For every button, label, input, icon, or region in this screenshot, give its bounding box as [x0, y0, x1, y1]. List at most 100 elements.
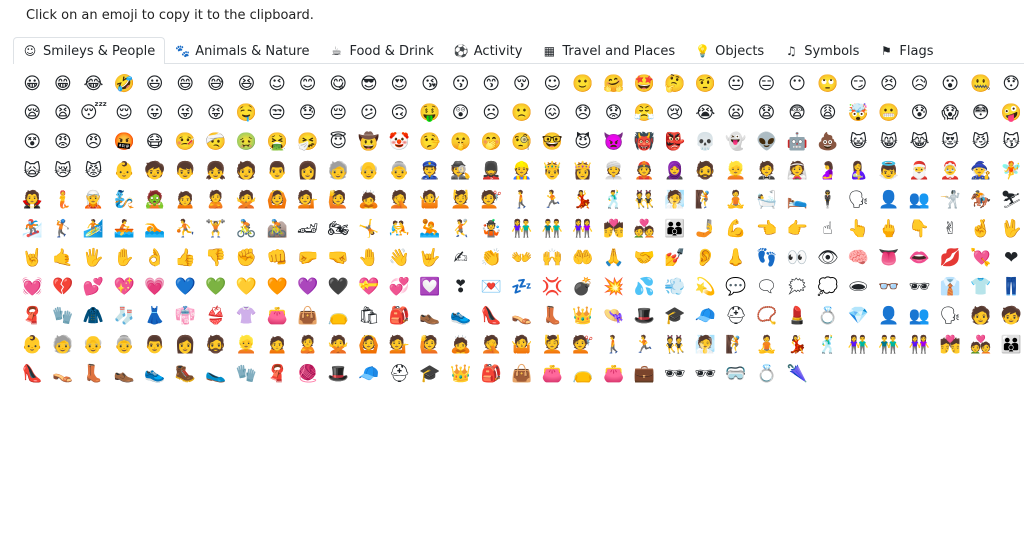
emoji-button[interactable]: 👩 — [170, 331, 201, 360]
emoji-button[interactable]: 🤚 — [354, 244, 385, 273]
emoji-button[interactable]: 💇 — [476, 186, 507, 215]
emoji-button[interactable]: ⛑ — [384, 360, 415, 389]
emoji-button[interactable]: 🙀 — [17, 157, 48, 186]
emoji-button[interactable]: 💦 — [629, 273, 660, 302]
emoji-button[interactable]: 🙎 — [292, 331, 323, 360]
emoji-button[interactable]: 🤤 — [231, 99, 262, 128]
emoji-button[interactable]: 🧡 — [262, 273, 293, 302]
emoji-button[interactable]: ⛹ — [170, 215, 201, 244]
emoji-button[interactable]: 💆 — [537, 331, 568, 360]
emoji-button[interactable]: 🧘 — [751, 331, 782, 360]
emoji-button[interactable]: 👚 — [231, 302, 262, 331]
emoji-button[interactable]: 😊 — [292, 70, 323, 99]
emoji-button[interactable]: 😞 — [568, 99, 599, 128]
emoji-button[interactable]: 👇 — [904, 215, 935, 244]
emoji-button[interactable]: 👤 — [874, 186, 905, 215]
emoji-button[interactable]: 💑 — [629, 215, 660, 244]
emoji-button[interactable]: 👸 — [568, 157, 599, 186]
tab-symbols[interactable]: ♫ Symbols — [774, 38, 869, 63]
emoji-button[interactable]: 🤓 — [537, 128, 568, 157]
emoji-button[interactable]: 🧔 — [201, 331, 232, 360]
emoji-button[interactable]: 💖 — [109, 273, 140, 302]
emoji-button[interactable]: 🖖 — [996, 215, 1024, 244]
emoji-button[interactable]: 👡 — [48, 360, 79, 389]
emoji-button[interactable]: 🤝 — [629, 244, 660, 273]
emoji-button[interactable]: 👢 — [537, 302, 568, 331]
emoji-button[interactable]: 👱 — [721, 157, 752, 186]
emoji-button[interactable]: 👅 — [874, 244, 905, 273]
emoji-button[interactable]: 💤 — [507, 273, 538, 302]
emoji-button[interactable]: 👗 — [139, 302, 170, 331]
emoji-button[interactable]: 👦 — [170, 157, 201, 186]
emoji-button[interactable]: ☹ — [476, 99, 507, 128]
emoji-button[interactable]: 🗨 — [751, 273, 782, 302]
emoji-button[interactable]: 🏃 — [537, 186, 568, 215]
emoji-button[interactable]: 🗯 — [782, 273, 813, 302]
emoji-button[interactable]: 💞 — [384, 273, 415, 302]
emoji-button[interactable]: 🤾 — [445, 215, 476, 244]
tab-smileys-people[interactable]: ☺ Smileys & People — [13, 37, 166, 64]
emoji-button[interactable]: 🛌 — [782, 186, 813, 215]
emoji-button[interactable]: 🖐 — [78, 244, 109, 273]
emoji-button[interactable]: 🏍 — [323, 215, 354, 244]
emoji-button[interactable]: 👞 — [415, 302, 446, 331]
emoji-button[interactable]: 🤭 — [476, 128, 507, 157]
emoji-button[interactable]: 😥 — [904, 70, 935, 99]
emoji-button[interactable]: 😴 — [78, 99, 109, 128]
emoji-button[interactable]: 💜 — [292, 273, 323, 302]
emoji-button[interactable]: ✊ — [231, 244, 262, 273]
emoji-button[interactable]: 🕺 — [598, 186, 629, 215]
emoji-button[interactable]: 💆 — [445, 186, 476, 215]
emoji-button[interactable]: 💣 — [568, 273, 599, 302]
emoji-button[interactable]: 🧛 — [17, 186, 48, 215]
emoji-button[interactable]: 👎 — [201, 244, 232, 273]
emoji-button[interactable]: 🤘 — [17, 244, 48, 273]
emoji-button[interactable]: 👊 — [262, 244, 293, 273]
emoji-button[interactable]: 🙎 — [201, 186, 232, 215]
emoji-button[interactable]: 🤒 — [170, 128, 201, 157]
emoji-button[interactable]: 🕳 — [843, 273, 874, 302]
emoji-button[interactable]: ✍ — [445, 244, 476, 273]
emoji-button[interactable]: 🧠 — [843, 244, 874, 273]
emoji-button[interactable]: 🏌 — [48, 215, 79, 244]
emoji-button[interactable]: 👧 — [201, 157, 232, 186]
emoji-button[interactable]: 😆 — [231, 70, 262, 99]
emoji-button[interactable]: 🤦 — [384, 186, 415, 215]
emoji-button[interactable]: 👢 — [78, 360, 109, 389]
emoji-button[interactable]: 😩 — [812, 99, 843, 128]
emoji-button[interactable]: 😓 — [292, 99, 323, 128]
emoji-button[interactable]: 😕 — [354, 99, 385, 128]
emoji-button[interactable]: 🗣 — [935, 302, 966, 331]
emoji-button[interactable]: 💨 — [659, 273, 690, 302]
emoji-button[interactable]: 💃 — [568, 186, 599, 215]
emoji-button[interactable]: 💪 — [721, 215, 752, 244]
emoji-button[interactable]: 💘 — [965, 244, 996, 273]
emoji-button[interactable]: 👐 — [507, 244, 538, 273]
emoji-button[interactable]: 🤐 — [965, 70, 996, 99]
emoji-button[interactable]: 👨 — [262, 157, 293, 186]
emoji-button[interactable]: 🏃 — [629, 331, 660, 360]
emoji-button[interactable]: 😀 — [17, 70, 48, 99]
emoji-button[interactable]: 🤷 — [507, 331, 538, 360]
emoji-button[interactable]: 😣 — [874, 70, 905, 99]
emoji-button[interactable]: 💁 — [384, 331, 415, 360]
emoji-button[interactable]: 👑 — [445, 360, 476, 389]
emoji-button[interactable]: 👠 — [17, 360, 48, 389]
emoji-button[interactable]: 🧥 — [78, 302, 109, 331]
emoji-button[interactable]: 🧒 — [139, 157, 170, 186]
emoji-button[interactable]: 🚣 — [109, 215, 140, 244]
emoji-button[interactable]: 🤥 — [415, 128, 446, 157]
emoji-button[interactable]: 🤢 — [231, 128, 262, 157]
emoji-button[interactable]: 🙆 — [354, 331, 385, 360]
emoji-button[interactable]: 🧢 — [354, 360, 385, 389]
emoji-button[interactable]: 👫 — [507, 215, 538, 244]
emoji-button[interactable]: 👪 — [659, 215, 690, 244]
emoji-button[interactable]: 🤮 — [262, 128, 293, 157]
emoji-button[interactable]: 💔 — [48, 273, 79, 302]
emoji-button[interactable]: 🎩 — [323, 360, 354, 389]
emoji-button[interactable]: 👹 — [629, 128, 660, 157]
emoji-button[interactable]: 😎 — [354, 70, 385, 99]
emoji-button[interactable]: 🤗 — [598, 70, 629, 99]
emoji-button[interactable]: 🗣 — [843, 186, 874, 215]
emoji-button[interactable]: 🤞 — [965, 215, 996, 244]
